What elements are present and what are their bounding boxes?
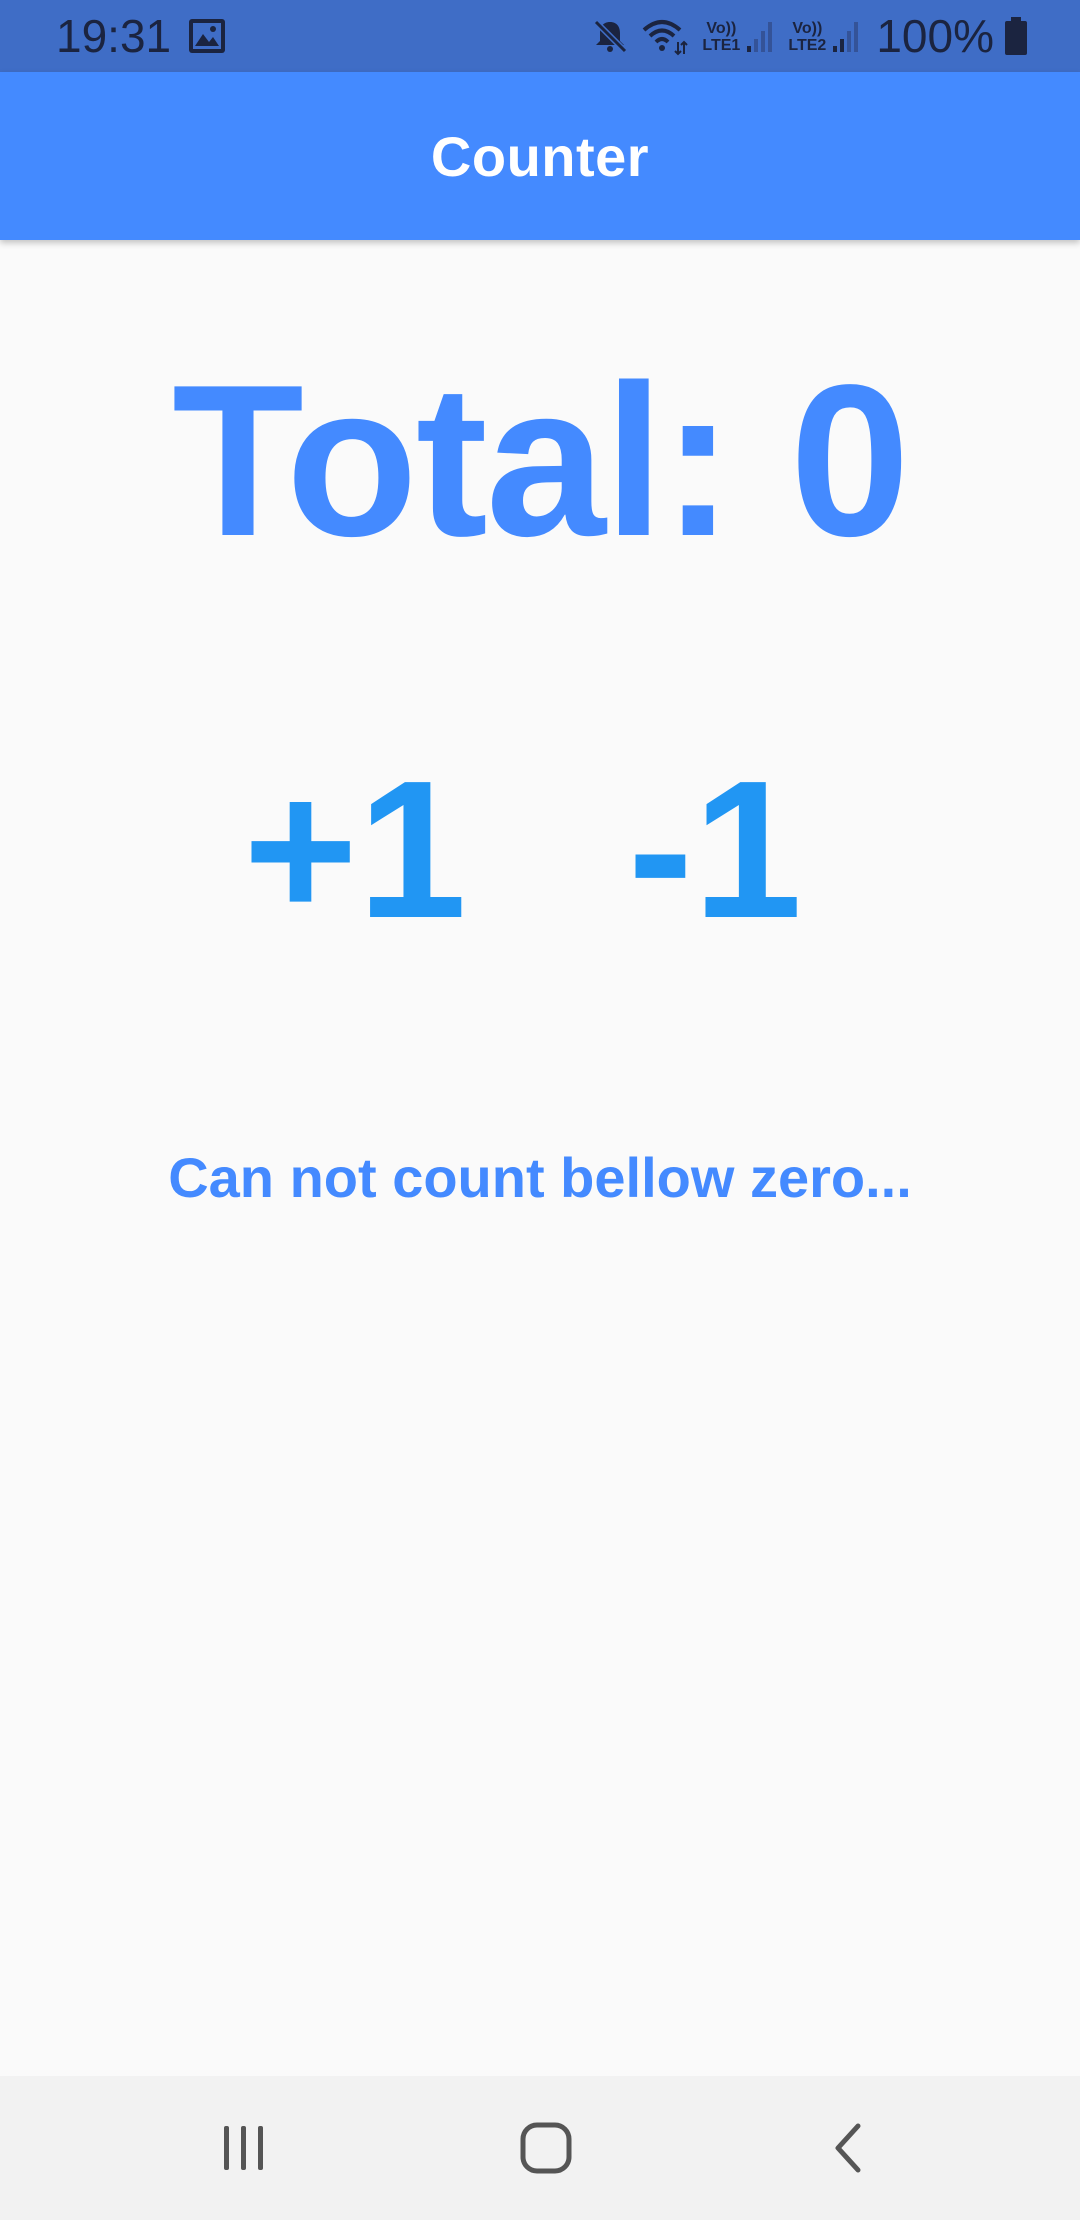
navigation-bar xyxy=(0,2076,1080,2220)
battery-icon xyxy=(1004,16,1028,56)
recent-apps-button[interactable] xyxy=(184,2098,304,2198)
back-button[interactable] xyxy=(788,2098,908,2198)
sim2-network-label: LTE2 xyxy=(788,37,827,54)
status-time: 19:31 xyxy=(56,10,172,62)
total-count-label: Total: 0 xyxy=(172,339,910,581)
counter-buttons: +1 -1 xyxy=(0,750,1080,950)
sim1-network-label: LTE1 xyxy=(702,37,741,54)
sim1-indicator: Vo)) LTE1 xyxy=(698,18,774,54)
home-button[interactable] xyxy=(486,2098,606,2198)
sim2-indicator: Vo)) LTE2 xyxy=(784,18,860,54)
back-icon xyxy=(835,2123,861,2173)
status-bar: 19:31 Vo)) LTE1 Vo)) LTE2 100% xyxy=(0,0,1080,72)
sim2-volte-label: Vo)) xyxy=(792,20,823,37)
decrement-button[interactable]: -1 xyxy=(620,750,810,950)
page-title: Counter xyxy=(430,124,650,188)
image-icon xyxy=(188,18,226,54)
wifi-icon xyxy=(640,16,689,56)
increment-button[interactable]: +1 xyxy=(240,750,470,950)
signal-icon xyxy=(746,18,774,54)
signal-icon xyxy=(832,18,860,54)
home-icon xyxy=(520,2122,572,2174)
status-icons: Vo)) LTE1 Vo)) LTE2 100% xyxy=(590,8,1028,64)
sim1-volte-label: Vo)) xyxy=(706,20,737,37)
warning-message: Can not count bellow zero... xyxy=(168,1146,912,1209)
mute-icon xyxy=(590,16,630,56)
battery-percentage: 100% xyxy=(876,10,994,62)
app-bar: Counter xyxy=(0,72,1080,240)
recent-apps-icon xyxy=(224,2126,263,2170)
